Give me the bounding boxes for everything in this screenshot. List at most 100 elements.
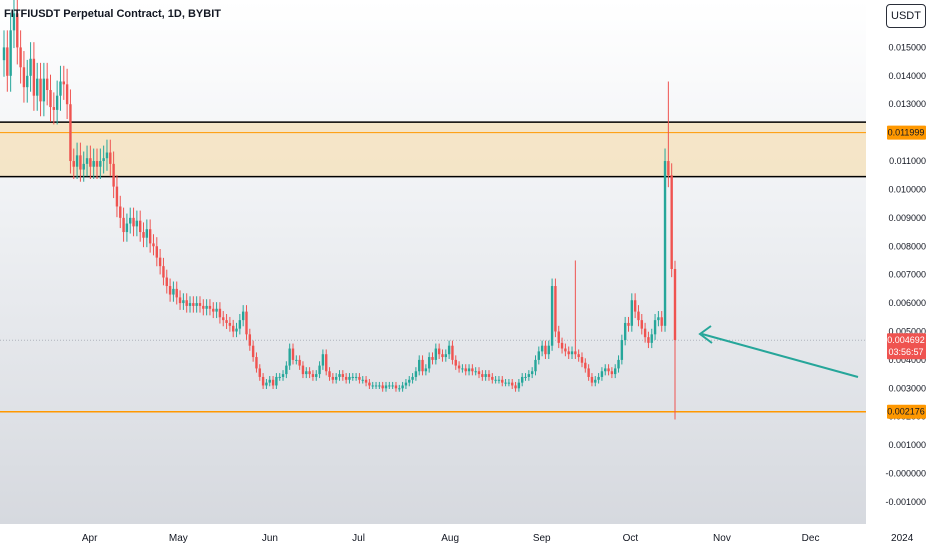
candle-body	[109, 152, 112, 164]
candle-body	[89, 158, 92, 167]
candle-body	[248, 334, 252, 346]
candle-body	[228, 322, 232, 326]
candle-body	[36, 78, 39, 96]
candle-body	[660, 317, 663, 326]
candle-body	[457, 365, 461, 369]
candle-body	[487, 374, 491, 377]
candle-body	[311, 374, 315, 377]
candle-body	[590, 376, 594, 383]
time-axis-panel[interactable]	[0, 524, 866, 550]
candle-body	[620, 340, 624, 360]
candle-body	[245, 311, 248, 335]
candle-body	[334, 376, 338, 380]
x-tick-label: Aug	[441, 533, 459, 544]
candle-body	[481, 374, 484, 377]
candle-body	[308, 371, 311, 375]
candle-body	[295, 359, 298, 361]
candle-body	[218, 308, 222, 318]
candle-body	[255, 357, 258, 369]
candle-body	[105, 152, 109, 159]
candle-body	[530, 371, 534, 375]
y-tick-label: 0.015000	[888, 42, 926, 52]
candle-body	[384, 385, 388, 389]
candle-body	[374, 385, 378, 387]
candle-body	[172, 288, 175, 295]
candle-body	[338, 374, 341, 377]
candle-body	[378, 385, 381, 387]
candle-body	[524, 376, 527, 378]
candle-body	[371, 385, 374, 387]
candle-body	[391, 385, 394, 387]
candle-body	[202, 305, 205, 309]
candle-body	[351, 376, 354, 378]
candle-body	[404, 382, 408, 386]
candle-body	[341, 374, 345, 377]
y-tick-label: 0.001000	[888, 440, 926, 450]
candle-body	[580, 357, 584, 363]
candle-body	[673, 268, 677, 341]
candle-body	[670, 175, 673, 269]
candle-body	[414, 371, 418, 377]
candle-body	[570, 351, 574, 355]
candle-body	[155, 246, 159, 258]
candle-body	[381, 385, 384, 389]
candle-body	[258, 368, 261, 377]
candle-body	[361, 379, 364, 381]
candle-body	[32, 58, 36, 96]
candle-body	[411, 376, 414, 380]
candle-body	[451, 345, 454, 360]
candle-body	[112, 163, 115, 187]
y-tick-label: 0.003000	[888, 383, 926, 393]
candle-body	[212, 308, 215, 312]
candle-body	[471, 368, 474, 372]
candle-body	[285, 365, 288, 375]
x-tick-label: Oct	[623, 533, 639, 544]
chart-canvas[interactable]: 0.0150000.0140000.0130000.0120000.011000…	[0, 0, 932, 550]
currency-button[interactable]: USDT	[886, 4, 926, 28]
candle-body	[364, 379, 368, 383]
candle-body	[198, 303, 202, 306]
candle-body	[643, 328, 647, 338]
candle-body	[444, 354, 447, 358]
candle-body	[45, 78, 49, 91]
candle-body	[454, 359, 457, 366]
candle-body	[633, 300, 637, 312]
candle-body	[222, 317, 225, 321]
candle-body	[205, 305, 208, 309]
candle-body	[208, 305, 212, 309]
support-price-label: 0.002176	[887, 407, 925, 417]
y-tick-label: 0.009000	[888, 213, 926, 223]
candle-body	[484, 374, 487, 377]
candle-body	[657, 317, 660, 321]
candle-body	[663, 161, 667, 326]
y-tick-label: 0.007000	[888, 270, 926, 280]
candle-body	[587, 368, 590, 377]
x-tick-label: Jun	[262, 533, 278, 544]
candle-body	[554, 286, 557, 332]
candle-body	[85, 158, 89, 164]
candle-body	[325, 354, 328, 372]
candle-body	[225, 320, 228, 323]
candle-body	[514, 385, 517, 389]
y-tick-label: -0.001000	[885, 497, 926, 507]
candle-body	[441, 354, 444, 358]
candle-body	[301, 365, 305, 375]
candle-body	[188, 303, 192, 306]
candle-body	[550, 286, 554, 346]
candle-body	[348, 376, 351, 380]
candle-body	[647, 337, 650, 343]
candle-body	[497, 379, 501, 381]
candle-body	[321, 354, 325, 366]
candle-body	[394, 385, 398, 389]
candle-body	[192, 303, 195, 306]
candle-body	[138, 220, 142, 233]
candle-body	[331, 376, 335, 380]
candle-body	[19, 47, 22, 68]
candle-body	[305, 371, 308, 375]
candle-body	[281, 374, 285, 377]
candle-body	[65, 84, 69, 105]
candle-body	[517, 382, 521, 389]
candle-body	[182, 300, 185, 304]
price-chart[interactable]: 0.0150000.0140000.0130000.0120000.011000…	[0, 0, 932, 550]
candle-body	[650, 334, 653, 343]
